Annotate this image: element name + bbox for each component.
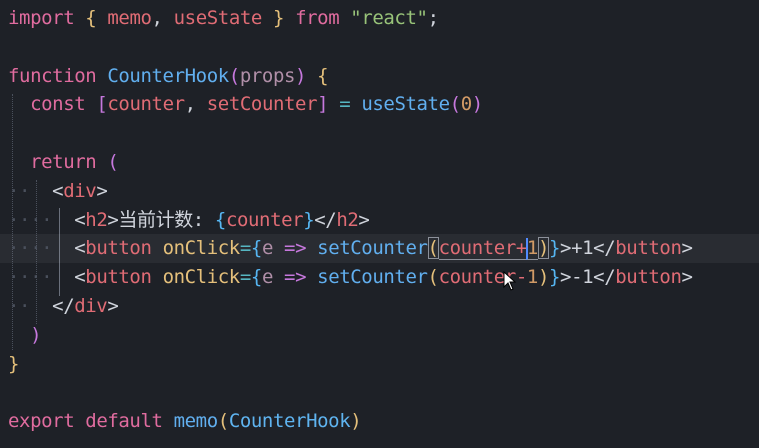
token: CounterHook: [107, 65, 229, 87]
code-editor[interactable]: import { memo, useState } from "react"; …: [0, 0, 759, 448]
token: ): [537, 237, 549, 259]
token: >+1</: [560, 237, 616, 259]
token: div: [74, 295, 108, 317]
code-line-1[interactable]: import { memo, useState } from "react";: [8, 4, 439, 33]
code-line-9[interactable]: ···· <button onClick={e => setCounter(co…: [0, 234, 759, 263]
token: button: [85, 266, 152, 288]
token: [: [96, 93, 108, 115]
token: >: [681, 237, 693, 259]
token: e: [261, 237, 273, 259]
token: setCounter: [206, 93, 318, 115]
token: ): [295, 65, 307, 87]
token: >-1</: [560, 266, 616, 288]
token: setCounter: [317, 266, 428, 288]
token: </: [52, 295, 75, 317]
token: import: [8, 7, 75, 29]
token: function: [8, 65, 97, 87]
token: ,: [184, 93, 196, 115]
code-line-7[interactable]: ·· <div>: [8, 177, 108, 206]
token: {: [214, 209, 226, 231]
token: memo: [173, 410, 219, 432]
token: =: [239, 237, 251, 259]
token: return: [30, 151, 97, 173]
token: counter: [107, 93, 185, 115]
token: 当前计数:: [118, 209, 215, 231]
code-line-12[interactable]: ): [8, 321, 41, 350]
token: div: [63, 180, 97, 202]
token: =>: [284, 237, 307, 259]
token: {: [317, 65, 329, 87]
token: <: [52, 180, 64, 202]
token: <: [74, 209, 86, 231]
token: ): [30, 324, 42, 346]
token: h2: [336, 209, 359, 231]
token: (: [217, 410, 229, 432]
token: {: [85, 7, 97, 29]
token: const: [30, 93, 86, 115]
token: {: [250, 237, 262, 259]
token: ): [471, 93, 483, 115]
token: }: [549, 266, 561, 288]
token: >: [681, 266, 693, 288]
token: >: [96, 180, 108, 202]
token: CounterHook: [228, 410, 351, 432]
token: (: [427, 237, 439, 259]
token: }: [272, 7, 285, 29]
token: (: [427, 266, 439, 288]
token: counter: [225, 209, 304, 231]
token: (: [449, 93, 461, 115]
token: >: [107, 209, 119, 231]
token: 1: [526, 266, 538, 288]
token: button: [615, 237, 682, 259]
token: ,: [151, 7, 163, 29]
token: {: [250, 266, 262, 288]
code-line-13[interactable]: }: [8, 350, 19, 379]
token: ): [350, 410, 362, 432]
token: onClick: [162, 237, 241, 259]
code-line-11[interactable]: ·· </div>: [8, 292, 119, 321]
token: export: [8, 410, 75, 432]
token: <: [74, 266, 86, 288]
code-line-6[interactable]: return (: [8, 148, 119, 177]
token: >: [107, 295, 119, 317]
token: useState: [361, 93, 450, 115]
token: button: [85, 237, 152, 259]
token: =: [239, 266, 251, 288]
token: =>: [284, 266, 307, 288]
token: 0: [460, 93, 472, 115]
token: useState: [173, 7, 263, 29]
token: "react": [350, 7, 428, 29]
code-line-15[interactable]: export default memo(CounterHook): [8, 407, 362, 436]
token: e: [261, 266, 273, 288]
token: 1: [526, 237, 538, 260]
token: ;: [427, 7, 439, 29]
token: (: [107, 151, 119, 173]
token: }: [303, 209, 315, 231]
token: default: [85, 410, 163, 432]
code-line-10[interactable]: ···· <button onClick={e => setCounter(co…: [8, 263, 693, 292]
token: =: [339, 93, 351, 115]
token: <: [74, 237, 86, 259]
token: }: [549, 237, 561, 259]
token: ): [537, 266, 549, 288]
token: memo: [107, 7, 152, 29]
token: ]: [317, 93, 329, 115]
token: setCounter: [317, 237, 428, 259]
token: h2: [85, 209, 108, 231]
token: (: [228, 65, 240, 87]
token: >: [358, 209, 370, 231]
mouse-pointer-icon: [503, 271, 517, 291]
token: </: [314, 209, 337, 231]
token: }: [8, 353, 20, 375]
token: props: [239, 65, 296, 87]
token: button: [615, 266, 682, 288]
token: counter+: [438, 237, 527, 260]
code-line-3[interactable]: function CounterHook(props) {: [8, 62, 329, 91]
token: onClick: [162, 266, 241, 288]
code-line-8[interactable]: ···· <h2>当前计数: {counter}</h2>: [8, 206, 370, 235]
code-line-4[interactable]: const [counter, setCounter] = useState(0…: [8, 90, 483, 119]
token: from: [295, 7, 340, 29]
